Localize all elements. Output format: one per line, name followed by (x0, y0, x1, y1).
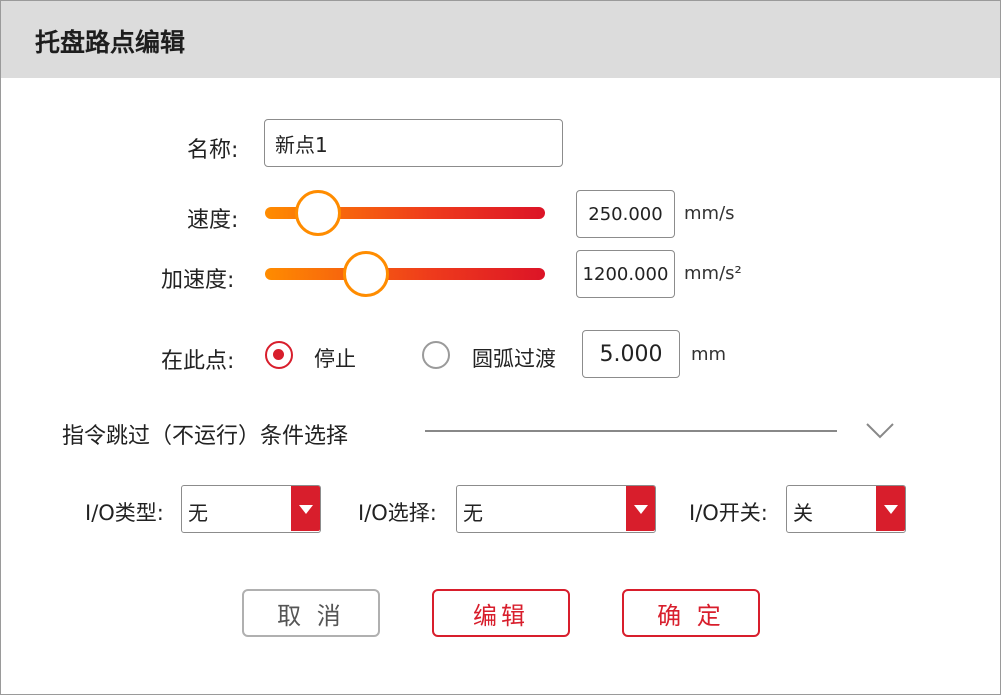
accel-label: 加速度: (161, 268, 235, 293)
accel-slider-thumb[interactable] (342, 251, 389, 297)
io-type-select[interactable]: 无 (181, 485, 321, 533)
dropdown-arrow-icon (291, 486, 320, 531)
io-select-value: 无 (463, 501, 483, 525)
stop-radio[interactable] (265, 341, 293, 369)
chevron-down-icon[interactable] (865, 420, 895, 440)
io-select-select[interactable]: 无 (456, 485, 656, 533)
arc-input-value: 5.000 (599, 341, 663, 367)
cancel-button[interactable]: 取 消 (242, 589, 380, 637)
arc-radio[interactable] (422, 341, 450, 369)
io-select-label: I/O选择: (358, 501, 437, 525)
dropdown-arrow-icon (626, 486, 655, 531)
skip-section-title: 指令跳过（不运行）条件选择 (62, 424, 349, 449)
name-input[interactable]: 新点1 (264, 119, 563, 167)
accel-input-value: 1200.000 (582, 263, 669, 285)
at-point-label: 在此点: (161, 349, 235, 374)
io-type-label: I/O类型: (85, 501, 164, 525)
io-switch-value: 关 (793, 501, 813, 525)
io-switch-label: I/O开关: (689, 501, 768, 525)
name-input-value: 新点1 (275, 132, 328, 157)
arc-unit: mm (691, 344, 727, 365)
accel-unit: mm/s² (684, 263, 742, 284)
arc-input[interactable]: 5.000 (582, 330, 680, 378)
waypoint-edit-dialog: 托盘路点编辑 名称: 新点1 速度: 250.000 mm/s 加速度: 120… (0, 0, 1001, 695)
title-bar: 托盘路点编辑 (1, 1, 1000, 78)
speed-input[interactable]: 250.000 (576, 190, 675, 238)
accel-input[interactable]: 1200.000 (576, 250, 675, 298)
dropdown-arrow-icon (876, 486, 905, 531)
speed-label: 速度: (187, 208, 239, 233)
stop-label: 停止 (314, 347, 356, 371)
io-type-value: 无 (188, 501, 208, 525)
speed-slider-thumb[interactable] (295, 190, 342, 236)
edit-button[interactable]: 编辑 (432, 589, 570, 637)
ok-button[interactable]: 确 定 (622, 589, 760, 637)
section-divider (425, 430, 837, 432)
name-label: 名称: (187, 138, 239, 163)
dialog-title: 托盘路点编辑 (35, 28, 186, 57)
io-switch-select[interactable]: 关 (786, 485, 906, 533)
arc-label: 圆弧过渡 (472, 347, 556, 371)
speed-input-value: 250.000 (588, 203, 663, 225)
accel-slider-track[interactable] (265, 268, 545, 280)
speed-unit: mm/s (684, 203, 735, 224)
